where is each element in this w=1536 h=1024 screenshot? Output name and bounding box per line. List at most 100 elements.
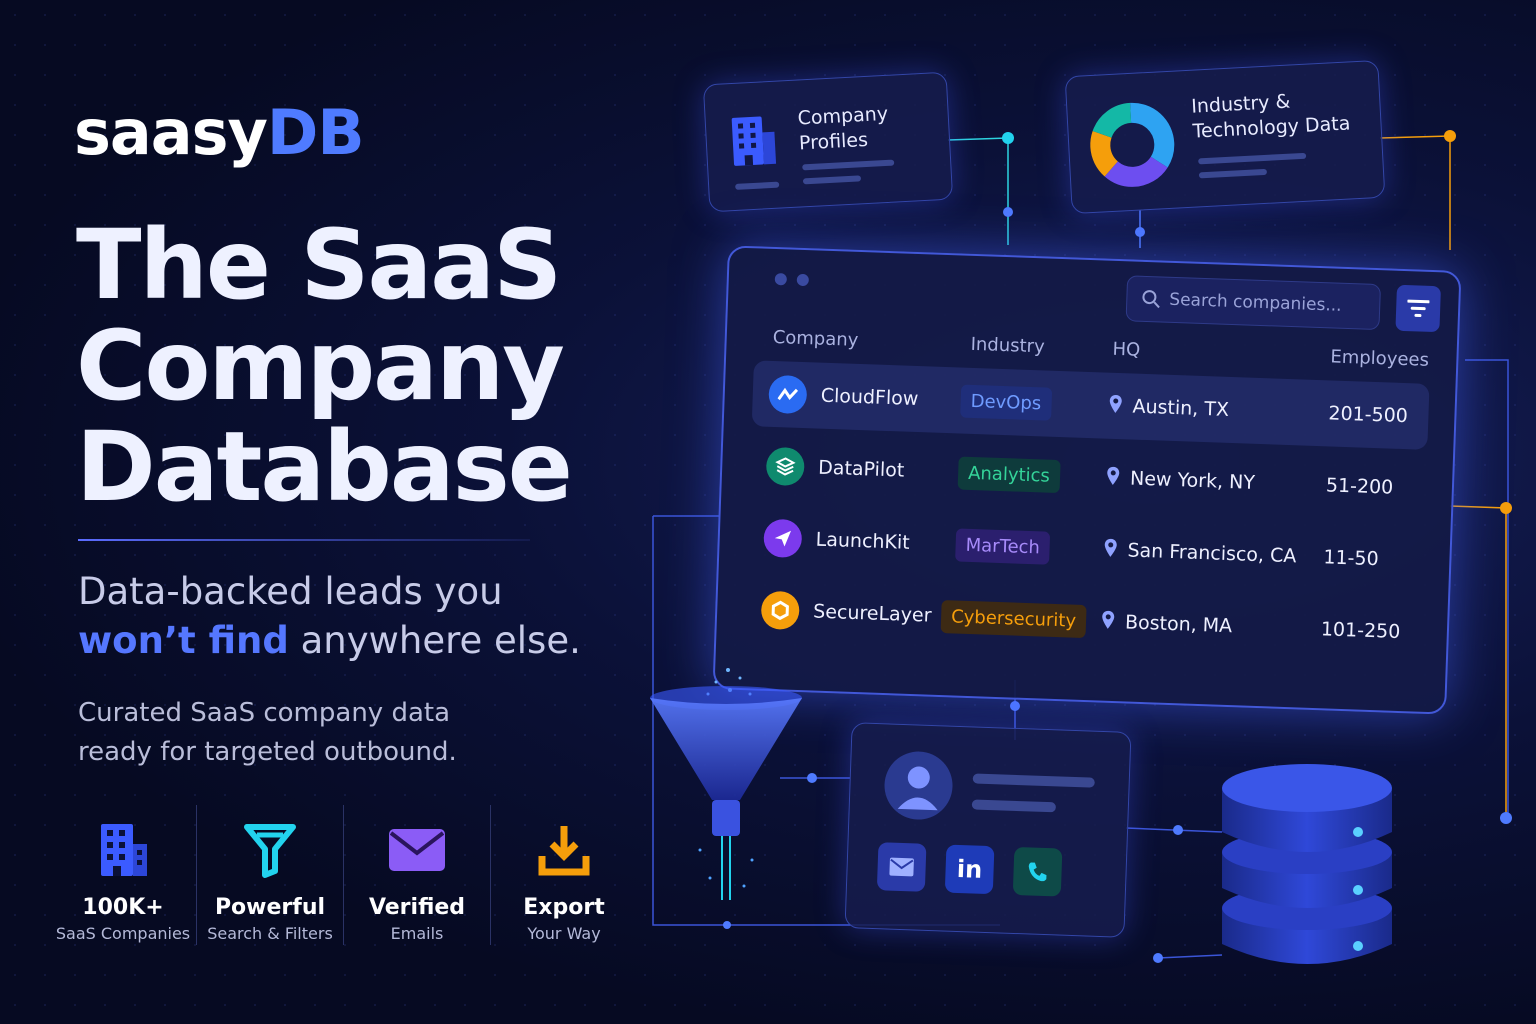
hq-text: Boston, MA <box>1124 611 1233 638</box>
placeholder-bar <box>1198 152 1307 165</box>
industry-chip: MarTech <box>955 527 1051 565</box>
company-table-window: Search companies... Company Industry HQ … <box>712 245 1462 715</box>
placeholder-bar <box>971 799 1057 813</box>
hq-cell: New York, NY <box>1105 445 1256 516</box>
employees-cell: 51-200 <box>1325 474 1394 499</box>
feature-emails: Verified Emails <box>344 805 491 945</box>
cloudflow-logo-icon <box>768 374 808 415</box>
datapilot-logo-icon <box>765 446 805 487</box>
employees-cell: 201-500 <box>1328 402 1409 428</box>
filter-button[interactable] <box>1395 284 1441 333</box>
industry-cell: Analytics <box>957 440 1061 510</box>
search-icon <box>1142 290 1160 309</box>
hero-line-2: Company <box>76 310 565 422</box>
title-divider <box>78 539 530 541</box>
search-placeholder: Search companies... <box>1168 289 1342 316</box>
window-dot <box>774 272 788 286</box>
brand-prefix: saasy <box>74 96 268 169</box>
feature-desc: SaaS Companies <box>55 924 191 943</box>
building-icon <box>727 112 780 175</box>
industry-card-title: Industry & Technology Data <box>1191 86 1351 144</box>
header-company[interactable]: Company <box>772 327 858 351</box>
feature-desc: Your Way <box>527 924 601 943</box>
contact-card: in <box>844 722 1132 938</box>
industry-chip: Cybersecurity <box>940 599 1087 638</box>
subtitle: Curated SaaS company data ready for targ… <box>78 694 457 772</box>
window-dot <box>796 273 810 287</box>
subtitle-line-1: Curated SaaS company data <box>78 698 451 728</box>
hero-line-3: Database <box>76 411 573 523</box>
feature-desc: Emails <box>390 924 444 943</box>
feature-title: 100K+ <box>82 895 164 920</box>
hq-cell: San Francisco, CA <box>1102 517 1297 590</box>
tagline-rest: anywhere else. <box>300 619 581 662</box>
company-profiles-card: Company Profiles <box>702 71 954 213</box>
funnel-illustration <box>650 668 802 900</box>
filter-icon <box>1406 299 1430 318</box>
feature-export: Export Your Way <box>491 805 637 945</box>
location-pin-icon <box>1108 393 1123 418</box>
placeholder-bar <box>735 181 780 190</box>
industry-cell: Cybersecurity <box>940 583 1087 654</box>
feature-companies: 100K+ SaaS Companies <box>50 805 197 945</box>
launchkit-logo-icon <box>763 518 803 559</box>
placeholder-bar <box>1198 168 1268 179</box>
header-industry[interactable]: Industry <box>970 334 1045 358</box>
phone-icon[interactable] <box>1012 846 1063 897</box>
hq-cell: Austin, TX <box>1107 373 1230 443</box>
company-profiles-title: Company Profiles <box>797 102 890 157</box>
brand-suffix: DB <box>266 96 365 169</box>
database-stack-icon <box>1222 764 1392 964</box>
company-cell: LaunchKit <box>763 505 911 576</box>
subtitle-line-2: ready for targeted outbound. <box>78 737 457 767</box>
tagline-line-2: won’t find anywhere else. <box>78 616 581 665</box>
brand-logo: saasyDB <box>74 96 365 169</box>
feature-title: Powerful <box>214 895 326 920</box>
tagline-line-1: Data-backed leads you <box>78 570 503 613</box>
placeholder-bar <box>972 773 1095 788</box>
feature-title: Verified <box>368 895 466 920</box>
tagline: Data-backed leads you won’t find anywher… <box>78 567 581 665</box>
industry-data-card: Industry & Technology Data <box>1064 59 1386 215</box>
location-pin-icon <box>1103 537 1118 562</box>
hq-text: Austin, TX <box>1132 395 1230 421</box>
company-name: SecureLayer <box>812 600 932 627</box>
placeholder-bar <box>802 159 895 171</box>
location-pin-icon <box>1101 609 1116 634</box>
header-employees[interactable]: Employees <box>1330 346 1429 370</box>
hq-text: New York, NY <box>1129 467 1256 494</box>
feature-desc: Search & Filters <box>207 924 333 943</box>
industry-chip: Analytics <box>957 456 1061 493</box>
feature-search: Powerful Search & Filters <box>197 805 344 945</box>
hq-cell: Boston, MA <box>1100 589 1233 660</box>
feature-title: Export <box>523 895 605 920</box>
envelope-icon[interactable] <box>876 842 927 892</box>
placeholder-bar <box>802 175 862 185</box>
employees-cell: 11-50 <box>1323 546 1380 571</box>
company-cell: SecureLayer <box>760 577 932 649</box>
hero-title: The SaaS Company Database <box>76 209 573 523</box>
industry-cell: DevOps <box>960 368 1053 437</box>
building-icon <box>50 805 196 895</box>
company-cell: DataPilot <box>765 433 905 504</box>
hq-text: San Francisco, CA <box>1127 539 1297 568</box>
envelope-icon <box>344 805 490 895</box>
industry-cell: MarTech <box>955 511 1052 580</box>
hero-line-1: The SaaS <box>76 209 562 321</box>
securelayer-logo-icon <box>760 590 800 631</box>
search-input[interactable]: Search companies... <box>1125 275 1382 331</box>
company-name: DataPilot <box>817 456 905 482</box>
funnel-icon <box>197 805 343 895</box>
company-name: CloudFlow <box>820 384 919 411</box>
avatar-icon <box>883 750 954 821</box>
company-name: LaunchKit <box>815 528 911 554</box>
linkedin-icon[interactable]: in <box>944 844 995 895</box>
tagline-highlight: won’t find <box>78 619 289 662</box>
card-title-line: Profiles <box>798 128 869 155</box>
company-cell: CloudFlow <box>768 361 920 432</box>
industry-chip: DevOps <box>960 384 1052 421</box>
donut-chart-icon <box>1085 98 1180 197</box>
location-pin-icon <box>1106 465 1121 490</box>
download-icon <box>491 805 637 895</box>
header-hq[interactable]: HQ <box>1112 339 1140 361</box>
